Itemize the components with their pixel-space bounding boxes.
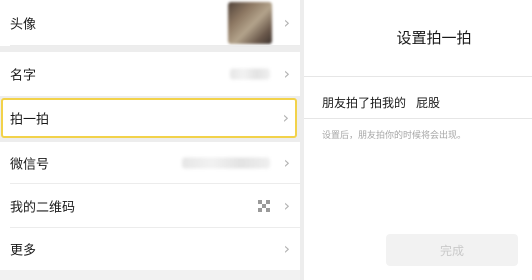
qr-code-row-label: 我的二维码 <box>10 200 76 216</box>
chevron-right-icon: › <box>283 13 290 32</box>
divider <box>10 45 300 46</box>
qr-code-row[interactable]: 我的二维码 › <box>0 184 300 228</box>
pat-prefix: 朋友拍了拍我的 <box>322 96 407 110</box>
qr-code-icon <box>258 200 270 212</box>
chevron-right-icon: › <box>283 64 290 83</box>
name-row[interactable]: 名字 › <box>0 52 300 96</box>
more-row[interactable]: 更多 › <box>0 228 300 270</box>
name-row-label: 名字 <box>10 68 37 84</box>
chevron-right-icon: › <box>283 239 290 258</box>
pat-hint: 设置后，朋友拍你的时候将会出现。 <box>322 131 467 141</box>
done-button[interactable]: 完成 <box>386 234 518 266</box>
avatar-row-label: 头像 <box>10 17 37 33</box>
bottom-strip <box>0 270 300 280</box>
wechat-id-row[interactable]: 微信号 › <box>0 142 300 184</box>
profile-panel: 头像 › 名字 › 拍一拍 › 微信号 › 我的二维码 › 更多 › <box>0 0 300 280</box>
divider <box>304 118 532 119</box>
avatar <box>228 2 272 44</box>
name-value-blurred <box>230 68 270 80</box>
chevron-right-icon: › <box>283 196 290 215</box>
pat-settings-panel: 设置拍一拍 朋友拍了拍我的 屁股 设置后，朋友拍你的时候将会出现。 完成 <box>304 0 532 280</box>
pat-text-input[interactable]: 朋友拍了拍我的 屁股 <box>322 94 440 111</box>
divider <box>304 76 532 77</box>
page-title: 设置拍一拍 <box>396 29 472 47</box>
chevron-right-icon: › <box>282 108 289 127</box>
pat-suffix: 屁股 <box>416 96 441 110</box>
chevron-right-icon: › <box>283 153 290 172</box>
wechat-id-row-label: 微信号 <box>10 157 50 173</box>
pat-row-label: 拍一拍 <box>10 112 50 128</box>
wechat-id-value-blurred <box>182 157 270 169</box>
avatar-row[interactable]: 头像 › <box>0 0 300 46</box>
pat-row[interactable]: 拍一拍 › <box>3 100 295 136</box>
more-row-label: 更多 <box>10 243 37 259</box>
